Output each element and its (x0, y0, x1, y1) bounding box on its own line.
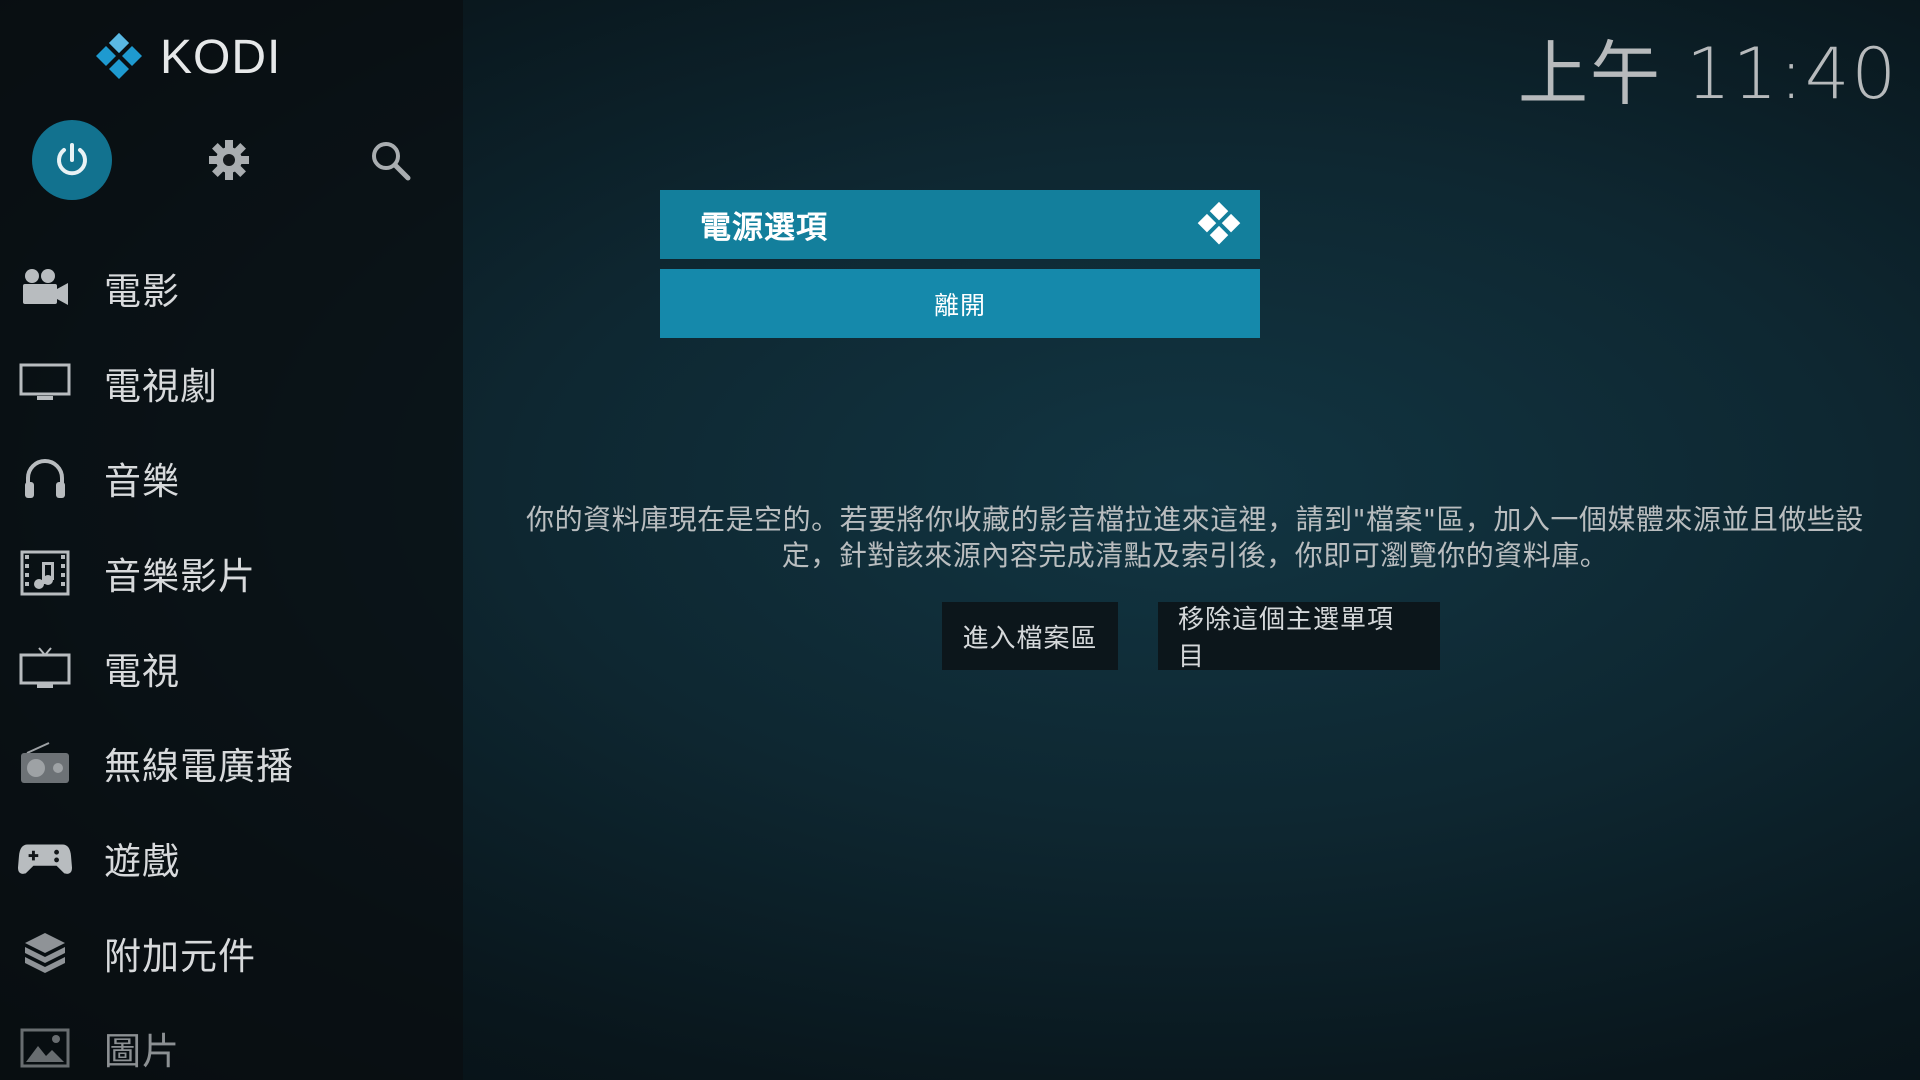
power-button[interactable] (32, 120, 112, 200)
menu-label: 附加元件 (104, 934, 256, 978)
menu-item-pictures[interactable]: 圖片 (0, 1000, 463, 1080)
menu-label: 電視 (104, 649, 180, 693)
menu-item-radio[interactable]: 無線電廣播 (0, 715, 463, 810)
menu-item-tv-shows[interactable]: 電視劇 (0, 335, 463, 430)
clock: 上午 11:40 (1518, 33, 1898, 115)
kodi-home-screen: KODI 電影 電視劇 音樂 音樂影片 電視 無線電廣播 遊戲 附加元件 圖片 … (0, 0, 1920, 1080)
gamepad-icon (18, 835, 72, 881)
menu-label: 音樂影片 (104, 554, 256, 598)
menu-item-games[interactable]: 遊戲 (0, 810, 463, 905)
gear-icon (209, 140, 249, 180)
top-actions (0, 118, 463, 202)
menu-item-tv[interactable]: 電視 (0, 620, 463, 715)
menu-item-music-videos[interactable]: 音樂影片 (0, 525, 463, 620)
movie-camera-icon (18, 265, 72, 311)
logo-text: KODI (160, 31, 282, 84)
sidebar: KODI 電影 電視劇 音樂 音樂影片 電視 無線電廣播 遊戲 附加元件 圖片 (0, 0, 463, 1080)
menu-label: 圖片 (104, 1029, 180, 1073)
menu-label: 電視劇 (104, 364, 218, 408)
headphones-icon (18, 455, 72, 501)
kodi-logo-icon (96, 32, 142, 79)
menu-label: 音樂 (104, 459, 180, 503)
menu-label: 遊戲 (104, 839, 180, 883)
kodi-logo[interactable]: KODI (92, 30, 281, 85)
kodi-logo-icon (1197, 201, 1241, 245)
remove-menu-item-button[interactable]: 移除這個主選單項目 (1158, 602, 1440, 672)
menu-label: 電影 (104, 269, 180, 313)
monitor-icon (18, 360, 72, 406)
menu-label: 無線電廣播 (104, 744, 294, 788)
power-options-dialog: 電源選項 離開 (660, 190, 1260, 338)
menu-item-addons[interactable]: 附加元件 (0, 905, 463, 1000)
menu-item-music[interactable]: 音樂 (0, 430, 463, 525)
search-icon (372, 142, 411, 181)
music-video-icon (18, 550, 72, 596)
picture-icon (18, 1025, 72, 1071)
go-to-files-button[interactable]: 進入檔案區 (942, 602, 1118, 670)
settings-button[interactable] (207, 138, 251, 182)
menu-item-movies[interactable]: 電影 (0, 240, 463, 335)
empty-library-actions: 進入檔案區 移除這個主選單項目 (942, 602, 1440, 672)
main-menu: 電影 電視劇 音樂 音樂影片 電視 無線電廣播 遊戲 附加元件 圖片 (0, 240, 463, 1080)
tv-icon (18, 645, 72, 691)
addons-box-icon (18, 930, 72, 976)
exit-button[interactable]: 離開 (660, 269, 1260, 338)
power-icon (57, 143, 87, 176)
radio-icon (18, 740, 72, 786)
search-button[interactable] (368, 138, 412, 182)
dialog-title: 電源選項 (700, 210, 828, 246)
dialog-header: 電源選項 (660, 190, 1260, 259)
empty-library-message: 你的資料庫現在是空的。若要將你收藏的影音檔拉進來這裡，請到"檔案"區，加入一個媒… (526, 503, 1864, 572)
